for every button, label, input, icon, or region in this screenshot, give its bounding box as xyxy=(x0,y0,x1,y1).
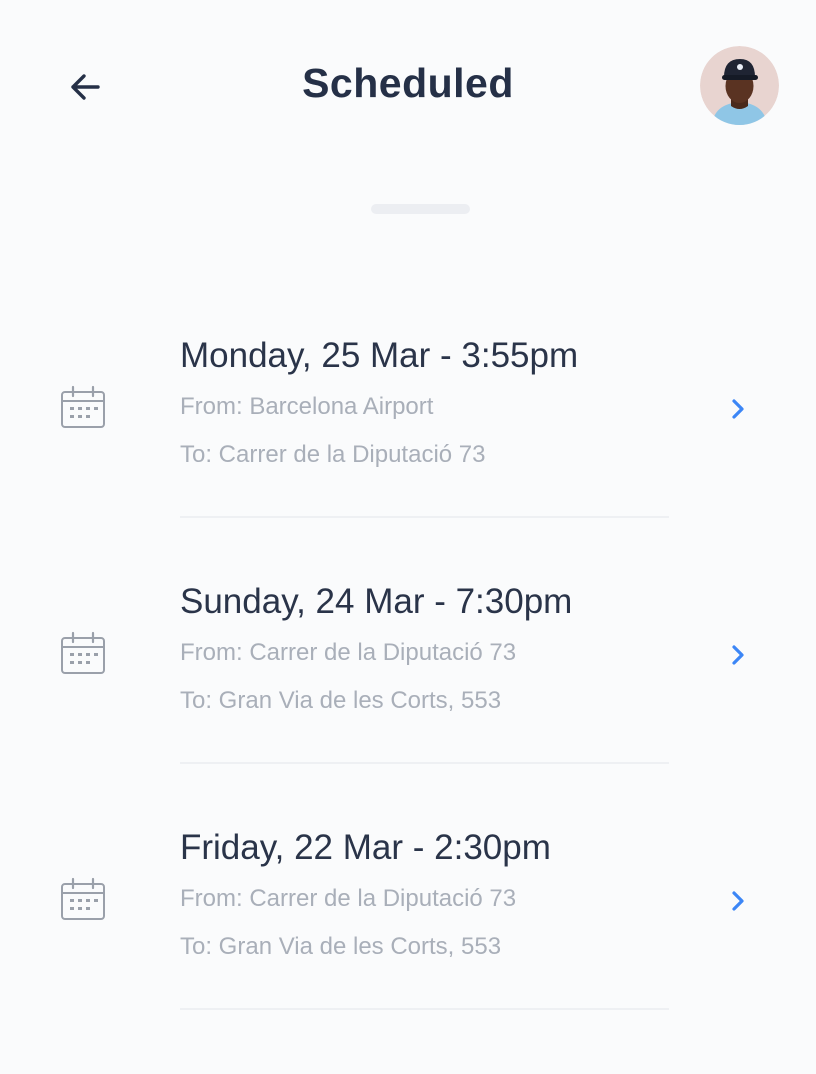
drag-handle[interactable] xyxy=(371,204,470,214)
divider xyxy=(180,516,669,518)
avatar[interactable] xyxy=(700,46,779,125)
trip-item[interactable]: Monday, 25 Mar - 3:55pm From: Barcelona … xyxy=(0,300,816,546)
trip-from: From: Carrer de la Diputació 73 xyxy=(180,639,517,666)
user-avatar-icon xyxy=(700,46,779,125)
chevron-right-icon[interactable] xyxy=(727,640,751,670)
trip-item[interactable]: Friday, 22 Mar - 2:30pm From: Carrer de … xyxy=(0,792,816,1038)
trip-date: Sunday, 24 Mar - 7:30pm xyxy=(180,582,573,621)
trip-to: To: Gran Via de les Corts, 553 xyxy=(180,687,502,714)
page-title: Scheduled xyxy=(302,60,514,106)
calendar-icon xyxy=(61,631,105,674)
back-button[interactable] xyxy=(60,62,110,112)
divider xyxy=(180,1008,669,1010)
trip-from: From: Carrer de la Diputació 73 xyxy=(180,885,517,912)
chevron-right-icon[interactable] xyxy=(727,394,751,424)
divider xyxy=(180,762,669,764)
calendar-icon xyxy=(61,385,105,428)
arrow-left-icon xyxy=(71,74,100,100)
calendar-icon xyxy=(61,877,105,920)
trip-date: Friday, 22 Mar - 2:30pm xyxy=(180,828,551,867)
trip-from: From: Barcelona Airport xyxy=(180,393,434,420)
header: Scheduled xyxy=(0,0,816,170)
trip-item[interactable]: Sunday, 24 Mar - 7:30pm From: Carrer de … xyxy=(0,546,816,792)
trip-to: To: Carrer de la Diputació 73 xyxy=(180,441,486,468)
trip-date: Monday, 25 Mar - 3:55pm xyxy=(180,336,579,375)
chevron-right-icon[interactable] xyxy=(727,886,751,916)
trip-to: To: Gran Via de les Corts, 553 xyxy=(180,933,502,960)
